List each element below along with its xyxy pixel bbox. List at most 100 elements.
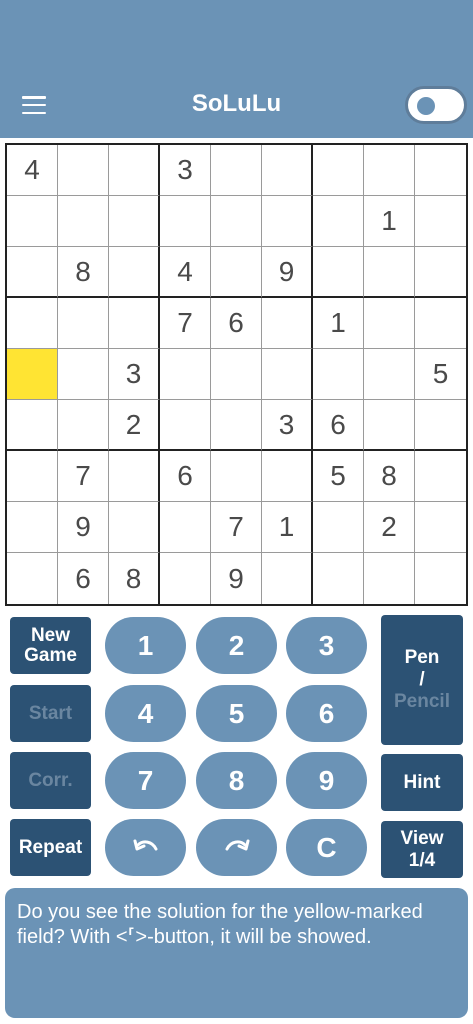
sudoku-cell[interactable]: 7: [160, 298, 211, 349]
sudoku-cell[interactable]: [109, 502, 160, 553]
sudoku-cell[interactable]: [415, 502, 466, 553]
number-7-button[interactable]: 7: [105, 752, 186, 809]
sudoku-cell[interactable]: [262, 145, 313, 196]
hint-button[interactable]: Hint: [381, 754, 463, 811]
sudoku-cell[interactable]: [415, 196, 466, 247]
sudoku-cell[interactable]: 3: [262, 400, 313, 451]
redo-button[interactable]: [196, 819, 277, 876]
sudoku-cell[interactable]: [415, 400, 466, 451]
sudoku-cell[interactable]: [7, 349, 58, 400]
sudoku-cell[interactable]: 8: [109, 553, 160, 604]
sudoku-cell[interactable]: [211, 247, 262, 298]
sudoku-cell[interactable]: [415, 553, 466, 604]
sudoku-cell[interactable]: 6: [211, 298, 262, 349]
number-5-button[interactable]: 5: [196, 685, 277, 742]
sudoku-cell[interactable]: 2: [109, 400, 160, 451]
sudoku-cell[interactable]: [7, 451, 58, 502]
sudoku-cell[interactable]: [313, 247, 364, 298]
sudoku-cell[interactable]: [313, 553, 364, 604]
sudoku-cell[interactable]: [160, 196, 211, 247]
undo-button[interactable]: [105, 819, 186, 876]
sudoku-cell[interactable]: [109, 451, 160, 502]
sudoku-cell[interactable]: [211, 349, 262, 400]
sudoku-cell[interactable]: [160, 349, 211, 400]
sudoku-cell[interactable]: [415, 451, 466, 502]
sudoku-cell[interactable]: 5: [313, 451, 364, 502]
sudoku-cell[interactable]: [211, 400, 262, 451]
sudoku-cell[interactable]: [160, 553, 211, 604]
sudoku-cell[interactable]: [7, 196, 58, 247]
sudoku-cell[interactable]: [160, 400, 211, 451]
sudoku-cell[interactable]: [7, 502, 58, 553]
number-4-button[interactable]: 4: [105, 685, 186, 742]
sudoku-cell[interactable]: 1: [262, 502, 313, 553]
sudoku-cell[interactable]: [211, 145, 262, 196]
sudoku-cell[interactable]: 6: [160, 451, 211, 502]
sudoku-cell[interactable]: [262, 553, 313, 604]
sudoku-cell[interactable]: [313, 145, 364, 196]
sudoku-cell[interactable]: 7: [58, 451, 109, 502]
sudoku-cell[interactable]: 8: [364, 451, 415, 502]
sudoku-cell[interactable]: 6: [58, 553, 109, 604]
number-6-button[interactable]: 6: [286, 685, 367, 742]
sudoku-cell[interactable]: [109, 298, 160, 349]
sudoku-cell[interactable]: [364, 349, 415, 400]
number-8-button[interactable]: 8: [196, 752, 277, 809]
sudoku-cell[interactable]: [7, 298, 58, 349]
view-button[interactable]: View 1/4: [381, 821, 463, 878]
sudoku-cell[interactable]: [364, 247, 415, 298]
number-3-button[interactable]: 3: [286, 617, 367, 674]
sudoku-cell[interactable]: [313, 196, 364, 247]
clear-button[interactable]: C: [286, 819, 367, 876]
sudoku-cell[interactable]: [109, 196, 160, 247]
sudoku-cell[interactable]: 9: [262, 247, 313, 298]
sudoku-cell[interactable]: 9: [211, 553, 262, 604]
sudoku-cell[interactable]: 9: [58, 502, 109, 553]
number-2-button[interactable]: 2: [196, 617, 277, 674]
sudoku-cell[interactable]: 3: [160, 145, 211, 196]
sudoku-cell[interactable]: [262, 298, 313, 349]
sudoku-cell[interactable]: [364, 400, 415, 451]
sudoku-cell[interactable]: [211, 451, 262, 502]
sudoku-cell[interactable]: [262, 451, 313, 502]
sudoku-cell[interactable]: 6: [313, 400, 364, 451]
sudoku-cell[interactable]: [262, 196, 313, 247]
sudoku-cell[interactable]: 4: [160, 247, 211, 298]
sudoku-cell[interactable]: 3: [109, 349, 160, 400]
sudoku-cell[interactable]: 5: [415, 349, 466, 400]
sudoku-cell[interactable]: [160, 502, 211, 553]
sudoku-cell[interactable]: [313, 502, 364, 553]
sudoku-cell[interactable]: [415, 145, 466, 196]
sudoku-cell[interactable]: 7: [211, 502, 262, 553]
sudoku-cell[interactable]: [415, 298, 466, 349]
sudoku-cell[interactable]: [415, 247, 466, 298]
sudoku-cell[interactable]: [58, 298, 109, 349]
sudoku-cell[interactable]: [364, 145, 415, 196]
number-1-button[interactable]: 1: [105, 617, 186, 674]
sudoku-cell[interactable]: 1: [313, 298, 364, 349]
sudoku-cell[interactable]: [7, 400, 58, 451]
sudoku-cell[interactable]: [7, 553, 58, 604]
sudoku-cell[interactable]: 1: [364, 196, 415, 247]
sudoku-cell[interactable]: 2: [364, 502, 415, 553]
sudoku-cell[interactable]: [58, 400, 109, 451]
sudoku-cell[interactable]: 4: [7, 145, 58, 196]
sudoku-cell[interactable]: [109, 247, 160, 298]
sudoku-cell[interactable]: [364, 298, 415, 349]
new-game-button[interactable]: New Game: [10, 617, 91, 674]
repeat-button[interactable]: Repeat: [10, 819, 91, 876]
sudoku-cell[interactable]: [7, 247, 58, 298]
correction-button[interactable]: Corr.: [10, 752, 91, 809]
sudoku-cell[interactable]: [58, 196, 109, 247]
start-button[interactable]: Start: [10, 685, 91, 742]
sudoku-cell[interactable]: 8: [58, 247, 109, 298]
mode-toggle[interactable]: [405, 86, 467, 124]
sudoku-cell[interactable]: [313, 349, 364, 400]
sudoku-cell[interactable]: [262, 349, 313, 400]
sudoku-cell[interactable]: [364, 553, 415, 604]
sudoku-cell[interactable]: [58, 349, 109, 400]
number-9-button[interactable]: 9: [286, 752, 367, 809]
sudoku-cell[interactable]: [211, 196, 262, 247]
sudoku-cell[interactable]: [109, 145, 160, 196]
pen-pencil-toggle-button[interactable]: Pen / Pencil: [381, 615, 463, 745]
